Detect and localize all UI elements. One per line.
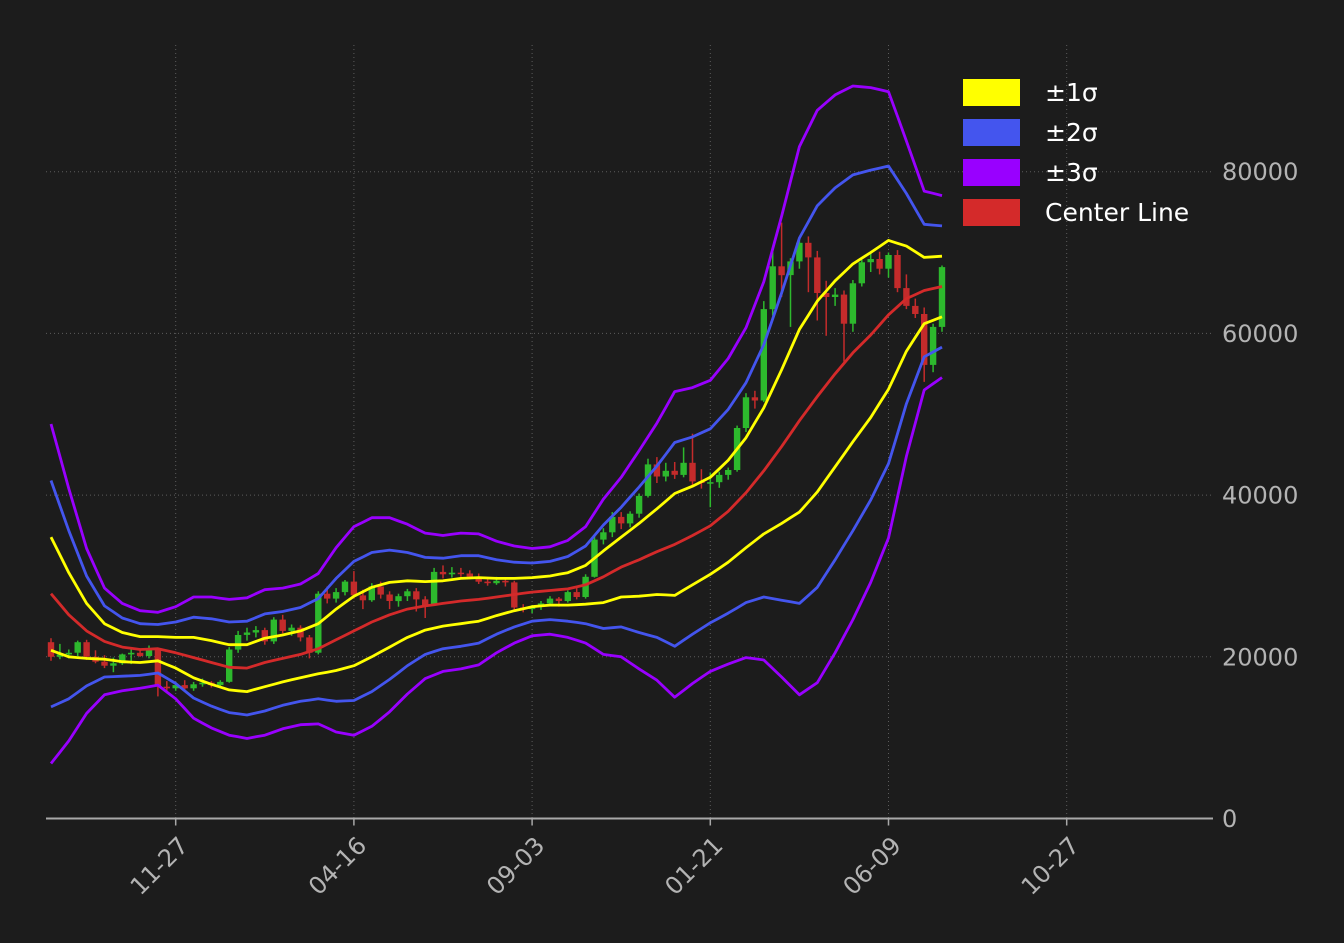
candle-up <box>493 581 499 583</box>
candle-up <box>75 642 81 653</box>
band-upper-3sigma <box>51 86 942 612</box>
candle-up <box>333 592 339 599</box>
x-tick-label: 10-27 <box>1016 831 1085 900</box>
band-upper-2sigma <box>51 166 942 625</box>
candle-up <box>190 684 196 688</box>
candle-up <box>636 496 642 514</box>
candle-up <box>716 475 722 482</box>
candle-up <box>547 599 553 604</box>
band-lower-3sigma <box>51 378 942 764</box>
candle-down <box>778 266 784 275</box>
candle-down <box>137 653 143 656</box>
candle-down <box>360 595 366 600</box>
center-line <box>51 287 942 669</box>
candle-down <box>752 397 758 400</box>
legend-item-2sigma: ±2σ <box>963 112 1189 152</box>
y-tick-label: 20000 <box>1222 643 1298 671</box>
candle-down <box>841 295 847 324</box>
legend-item-center-line: Center Line <box>963 192 1189 232</box>
candle-down <box>458 573 464 575</box>
candle-up <box>885 255 891 269</box>
x-tick-label: 06-09 <box>838 831 907 900</box>
legend-swatch-2sigma-icon <box>963 119 1020 146</box>
candle-up <box>725 470 731 475</box>
candle-down <box>894 255 900 288</box>
y-tick-label: 0 <box>1222 805 1237 833</box>
candle-up <box>832 295 838 297</box>
candle-up <box>743 397 749 428</box>
candle-down <box>876 259 882 269</box>
legend-label-center-line: Center Line <box>1045 199 1189 226</box>
candle-down <box>556 599 562 601</box>
candle-down <box>912 306 918 314</box>
candle-up <box>404 591 410 596</box>
candle-up <box>627 514 633 524</box>
legend-swatch-1sigma-icon <box>963 79 1020 106</box>
x-tick-label: 04-16 <box>303 831 372 900</box>
x-tick-label: 11-27 <box>125 831 194 900</box>
candle-up <box>565 592 571 601</box>
band-lower-2sigma <box>51 347 942 715</box>
candle-up <box>600 532 606 539</box>
x-tick-label: 09-03 <box>481 831 550 900</box>
candle-up <box>110 663 116 665</box>
candle-up <box>431 572 437 605</box>
candle-down <box>101 662 107 666</box>
candle-down <box>805 243 811 258</box>
candle-down <box>618 517 624 524</box>
candle-up <box>342 582 348 593</box>
candle-up <box>868 259 874 262</box>
y-tick-label: 60000 <box>1222 320 1298 348</box>
candle-down <box>155 650 161 687</box>
candle-down <box>502 581 508 583</box>
candle-up <box>66 653 72 655</box>
candle-up <box>253 630 259 632</box>
candle-up <box>235 635 241 650</box>
candle-up <box>707 482 713 484</box>
candle-down <box>574 592 580 597</box>
candle-up <box>850 283 856 323</box>
candle-down <box>351 582 357 596</box>
candle-down <box>689 463 695 482</box>
legend-swatch-3sigma-icon <box>963 159 1020 186</box>
candle-down <box>440 572 446 574</box>
candle-up <box>859 262 865 283</box>
y-tick-label: 40000 <box>1222 482 1298 510</box>
candle-down <box>672 471 678 475</box>
candle-down <box>814 257 820 293</box>
legend-item-3sigma: ±3σ <box>963 152 1189 192</box>
candle-down <box>48 642 54 657</box>
candle-up <box>680 463 686 475</box>
candle-down <box>484 582 490 584</box>
candle-down <box>324 594 330 599</box>
candle-down <box>413 591 419 599</box>
candle-up <box>449 573 455 575</box>
bollinger-candlestick-figure: 0 20000 40000 60000 80000 11-27 04-16 09-03 01-2… <box>0 0 1344 943</box>
candle-up <box>582 577 588 597</box>
legend-label-1sigma: ±1σ <box>1045 79 1098 106</box>
candle-up <box>217 682 223 685</box>
legend-swatch-center-line-icon <box>963 199 1020 226</box>
candle-up <box>288 628 294 631</box>
legend: ±1σ ±2σ ±3σ Center Line <box>963 72 1189 232</box>
candle-up <box>244 633 250 635</box>
candle-down <box>386 595 392 602</box>
candle-up <box>770 266 776 309</box>
candle-down <box>83 642 89 657</box>
legend-item-1sigma: ±1σ <box>963 72 1189 112</box>
y-tick-label: 80000 <box>1222 158 1298 186</box>
candle-up <box>930 327 936 365</box>
legend-label-3sigma: ±3σ <box>1045 159 1098 186</box>
candle-down <box>467 574 473 577</box>
x-tick-label: 01-21 <box>659 831 728 900</box>
candle-down <box>164 687 170 689</box>
candle-up <box>663 471 669 477</box>
candle-up <box>761 309 767 400</box>
candle-up <box>395 596 401 601</box>
candle-up <box>128 653 134 655</box>
candle-down <box>280 620 286 631</box>
legend-label-2sigma: ±2σ <box>1045 119 1098 146</box>
candle-down <box>378 587 384 595</box>
